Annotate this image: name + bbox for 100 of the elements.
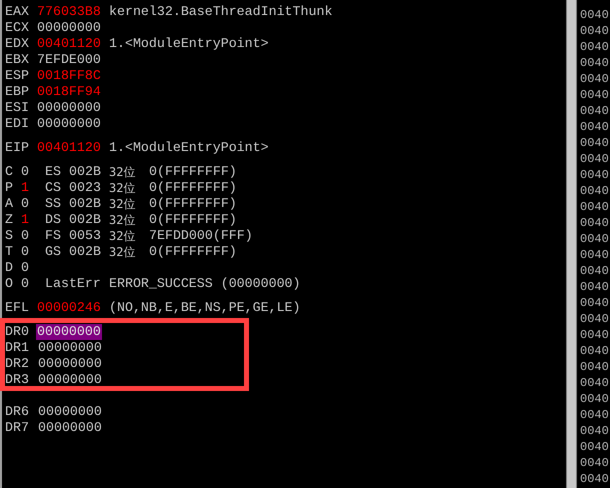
register-name: EDI: [5, 116, 30, 132]
register-name: DR3: [5, 372, 30, 388]
memory-address: 0040: [580, 55, 610, 71]
memory-address: 0040: [580, 119, 610, 135]
register-name: EBX: [5, 52, 30, 68]
register-value: 00000000: [37, 420, 103, 436]
flag-name: A: [5, 196, 14, 212]
last-error-value: ERROR_SUCCESS (00000000): [109, 276, 301, 292]
register-value: 00000000: [37, 356, 103, 372]
last-error-label: LastErr: [45, 276, 102, 292]
register-comment: 1.<ModuleEntryPoint>: [109, 140, 269, 156]
register-name: DR6: [5, 404, 30, 420]
register-name: ECX: [5, 20, 30, 36]
flag-value: 0: [21, 196, 30, 212]
memory-address: 0040: [580, 199, 610, 215]
memory-address: 0040: [580, 375, 610, 391]
flag-name: C: [5, 164, 14, 180]
register-value: 00000000: [37, 100, 101, 116]
memory-address: 0040: [580, 455, 610, 471]
segment-selector: 0053: [69, 228, 102, 244]
memory-address: 0040: [580, 263, 610, 279]
segment-bits: 32位: [109, 228, 136, 244]
segment-name: SS: [45, 196, 62, 212]
memory-address: 0040: [580, 311, 610, 327]
flag-value: 1: [21, 212, 30, 228]
memory-address: 0040: [580, 343, 610, 359]
segment-name: FS: [45, 228, 62, 244]
segment-selector: 0023: [69, 180, 102, 196]
register-comment: 1.<ModuleEntryPoint>: [109, 36, 269, 52]
register-value: 00000246: [37, 300, 101, 316]
memory-address: 0040: [580, 423, 610, 439]
segment-bits: 32位: [109, 164, 136, 180]
memory-address: 0040: [580, 71, 610, 87]
segment-bits: 32位: [109, 212, 136, 228]
register-name: EDX: [5, 36, 30, 52]
segment-name: DS: [45, 212, 62, 228]
memory-address: 0040: [580, 167, 610, 183]
memory-address: 0040: [580, 295, 610, 311]
register-value: 00000000: [37, 340, 103, 356]
register-name: ESP: [5, 68, 30, 84]
memory-address: 0040: [580, 7, 610, 23]
register-name: EFL: [5, 300, 30, 316]
register-name: EAX: [5, 4, 30, 20]
register-value: 00401120: [37, 140, 101, 156]
flag-value: 0: [21, 276, 30, 292]
register-comment: kernel32.BaseThreadInitThunk: [109, 4, 332, 20]
memory-address: 0040: [580, 279, 610, 295]
segment-base: 0(FFFFFFFF): [149, 212, 237, 228]
memory-address: 0040: [580, 231, 610, 247]
segment-base: 7EFDD000(FFF): [149, 228, 253, 244]
flag-name: S: [5, 228, 14, 244]
segment-base: 0(FFFFFFFF): [149, 180, 237, 196]
memory-address: 0040: [580, 327, 610, 343]
register-value: 00000000: [37, 116, 101, 132]
segment-selector: 002B: [69, 244, 102, 260]
register-value: 7EFDE000: [37, 52, 101, 68]
flag-value: 1: [21, 180, 30, 196]
register-value: 0018FF8C: [37, 68, 101, 84]
memory-address: 0040: [580, 391, 610, 407]
flag-name: T: [5, 244, 14, 260]
segment-bits: 32位: [109, 244, 136, 260]
memory-address: 0040: [580, 87, 610, 103]
memory-address: 0040: [580, 471, 610, 487]
memory-address: 0040: [580, 439, 610, 455]
register-value: 00000000: [37, 372, 103, 388]
register-name: DR7: [5, 420, 30, 436]
memory-address: 0040: [580, 39, 610, 55]
segment-base: 0(FFFFFFFF): [149, 196, 237, 212]
segment-name: ES: [45, 164, 62, 180]
segment-base: 0(FFFFFFFF): [149, 164, 237, 180]
register-name: EIP: [5, 140, 30, 156]
register-value: 0018FF94: [37, 84, 101, 100]
register-value: 00000000: [37, 20, 101, 36]
flag-name: P: [5, 180, 14, 196]
flag-name: Z: [5, 212, 14, 228]
segment-bits: 32位: [109, 196, 136, 212]
register-name: DR1: [5, 340, 30, 356]
register-name: DR2: [5, 356, 30, 372]
memory-address: 0040: [580, 359, 610, 375]
register-value: 776033B8: [37, 4, 101, 20]
register-name: ESI: [5, 100, 30, 116]
flag-name: O: [5, 276, 14, 292]
flag-name: D: [5, 260, 14, 276]
memory-address: 0040: [580, 23, 610, 39]
segment-name: CS: [45, 180, 62, 196]
segment-selector: 002B: [69, 196, 102, 212]
flag-value: 0: [21, 260, 30, 276]
memory-address: 0040: [580, 151, 610, 167]
flag-value: 0: [21, 164, 30, 180]
memory-address: 0040: [580, 247, 610, 263]
segment-base: 0(FFFFFFFF): [149, 244, 237, 260]
memory-address: 0040: [580, 135, 610, 151]
segment-selector: 002B: [69, 164, 102, 180]
segment-name: GS: [45, 244, 62, 260]
memory-address: 0040: [580, 183, 610, 199]
flag-value: 0: [21, 228, 30, 244]
panel-splitter[interactable]: [566, 0, 577, 488]
register-value: 00401120: [37, 36, 101, 52]
memory-address: 0040: [580, 215, 610, 231]
register-value: 00000000: [36, 324, 102, 340]
